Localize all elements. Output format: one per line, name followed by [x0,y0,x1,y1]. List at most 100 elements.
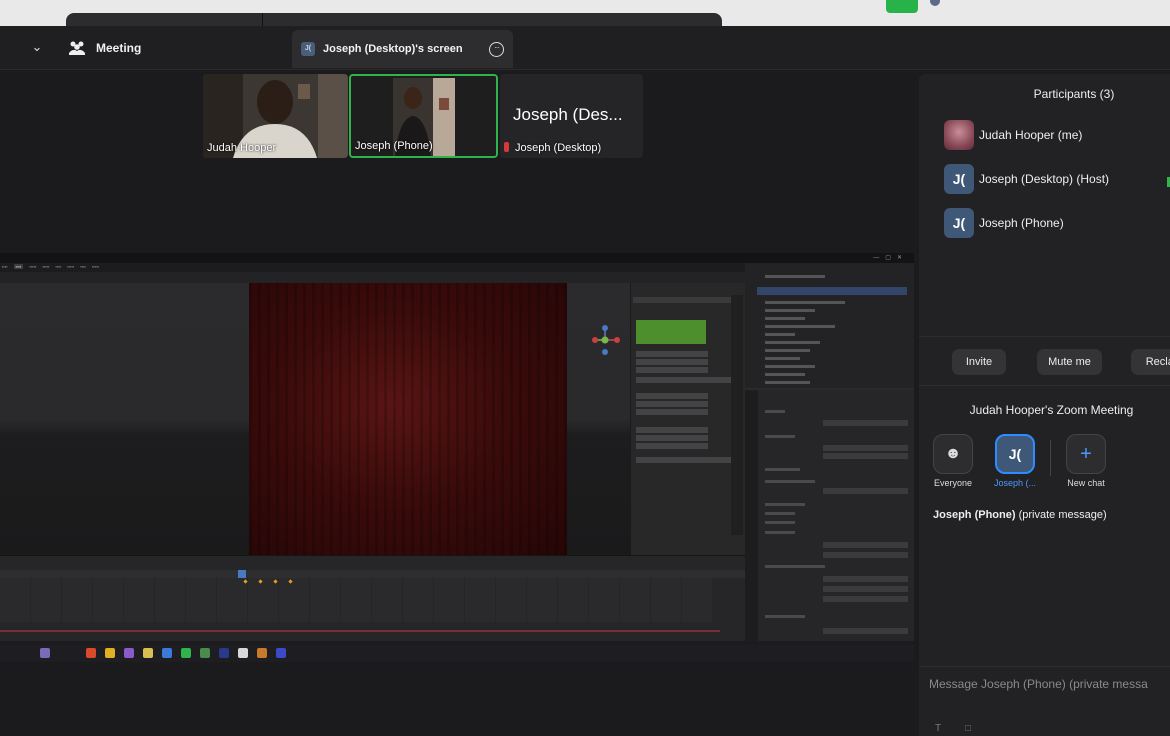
recipient-joseph[interactable]: J( Joseph (... [979,434,1051,488]
people-icon [69,41,85,55]
participant-joseph-desktop[interactable]: J( Joseph (Desktop) (Host) [944,164,1109,194]
selected-row [757,287,907,295]
message-composer[interactable]: Message Joseph (Phone) (private messa T … [919,666,1170,736]
reclaim-host-button[interactable]: Reclai [1131,349,1170,375]
panel-row [636,427,708,433]
mute-me-button[interactable]: Mute me [1037,349,1102,375]
prop-row [765,565,825,568]
participant-joseph-phone[interactable]: J( Joseph (Phone) [944,208,1064,238]
video-tile-joseph-desktop[interactable]: Joseph (Des... Joseph (Desktop) [500,74,643,158]
prop-row [765,521,795,524]
taskbar-app-icon [162,648,172,658]
panel-row [636,359,708,365]
panel-header [633,297,733,303]
prop-row [765,480,815,483]
pm-suffix: (private message) [1018,509,1107,521]
taskbar-app-icon [200,648,210,658]
timeline-playhead[interactable] [238,570,246,578]
panel-row [636,435,708,441]
prop-row [765,531,795,534]
panel-row [636,443,708,449]
prop-field [823,576,908,582]
prop-field [823,453,908,459]
prop-field [823,628,908,634]
window-controls: —▢✕ [873,255,908,261]
timeline-bar [0,630,720,632]
text-format-icon[interactable]: T [935,723,945,734]
prop-row [765,435,795,438]
3d-viewport [0,283,630,555]
side-panel: Participants (3) Judah Hooper (me) J( Jo… [919,74,1170,736]
location-fields [636,320,706,344]
video-tile-judah[interactable]: Judah Hooper [203,74,348,158]
outliner-row [765,309,815,312]
message-input[interactable]: Message Joseph (Phone) (private messa [929,677,1148,691]
shared-screen[interactable]: —▢✕ ▪▪▪▪ ▪▪▪▪ ▪▪▪▪▪ ▪▪▪▪▪ ▪▪▪▪ ▪▪▪▪▪ ▪▪▪… [0,253,914,662]
workspace-tab: ▪▪▪▪▪ [67,264,75,269]
taskbar-app-icon [219,648,229,658]
share-tab-avatar: J( [301,42,315,56]
prop-field [823,488,908,494]
panel-row [636,351,708,357]
tile-name: Joseph (Desktop) [515,142,602,154]
outliner-row [765,381,810,384]
panel-row [636,401,708,407]
outliner-row [765,317,805,320]
n-panel [630,283,745,555]
attach-file-icon[interactable]: □ [965,723,975,734]
panel-row [636,377,731,383]
prop-field [823,586,908,592]
prop-field [823,552,908,558]
status-dot [930,0,940,6]
meeting-tab[interactable]: Meeting [68,36,141,60]
properties-tabs [745,390,758,645]
panel-row [636,409,708,415]
meeting-label: Meeting [96,41,142,55]
prop-row [765,615,805,618]
outliner-row [765,301,845,304]
taskbar-app-icon [124,648,134,658]
outliner-row [765,275,825,278]
panel-row [636,367,708,373]
avatar: J( [944,164,974,194]
taskbar-app-icon [143,648,153,658]
green-indicator [886,0,918,13]
new-chat-button[interactable]: + New chat [1050,434,1122,488]
browser-strip [0,0,1170,27]
avatar: J( [1000,439,1030,469]
workspace-tab: ▪▪▪▪▪ [29,264,37,269]
browser-tab[interactable] [66,13,722,27]
recipient-avatar: J( [995,434,1035,474]
taskbar-app-icon [238,648,248,658]
people-icon: ☻ [933,434,973,474]
workspace-tab: ▪▪▪▪▪ [91,264,100,269]
participant-judah[interactable]: Judah Hooper (me) [944,120,1082,150]
prop-field [823,542,908,548]
tile-name: Joseph (Phone) [355,140,433,152]
chat-recipients: ☻ Everyone J( Joseph (... + New chat [919,434,1170,496]
tile-display-name: Joseph (Des... [513,105,623,124]
red-curtain-object [249,283,567,555]
chevron-down-icon[interactable]: ⌄ [28,38,46,56]
timeline-ruler [0,570,745,578]
workspace-tabs: ▪▪▪▪ ▪▪▪▪ ▪▪▪▪▪ ▪▪▪▪▪ ▪▪▪▪ ▪▪▪▪▪ ▪▪▪▪ ▪▪… [0,264,99,269]
avatar: J( [944,208,974,238]
prop-row [765,468,800,471]
workspace-tab: ▪▪▪▪ [55,264,62,269]
invite-button[interactable]: Invite [952,349,1006,375]
participant-name: Joseph (Desktop) (Host) [979,172,1110,186]
chat-title: Judah Hooper's Zoom Meeting [969,403,1134,417]
timeline-grid [0,578,712,622]
participant-name: Judah Hooper (me) [979,128,1083,142]
video-tile-joseph-phone[interactable]: Joseph (Phone) [349,74,498,158]
tab-divider [262,13,263,26]
navigation-gizmo-icon [592,325,620,355]
outliner-row [765,325,835,328]
taskbar-app-icon [105,648,115,658]
timeline-panel [0,555,745,643]
workspace-tab: ▪▪▪▪▪ [42,264,50,269]
screen-share-tab[interactable]: J( Joseph (Desktop)'s screen ··· [292,30,513,68]
more-options-icon[interactable]: ··· [489,42,504,57]
taskbar-app-icon [40,648,50,658]
outliner-row [765,333,795,336]
